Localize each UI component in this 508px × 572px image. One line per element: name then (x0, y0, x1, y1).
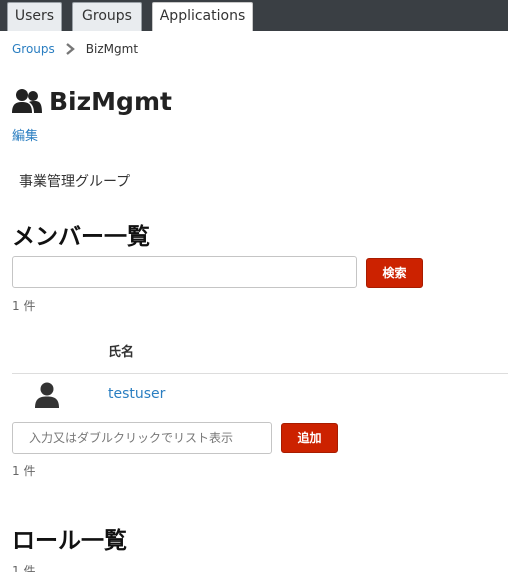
tab-groups[interactable]: Groups (72, 2, 142, 31)
users-group-icon (12, 89, 42, 113)
add-member-input[interactable] (12, 422, 272, 454)
edit-link[interactable]: 編集 (12, 125, 38, 144)
add-button[interactable]: 追加 (281, 423, 338, 453)
breadcrumb-groups-link[interactable]: Groups (12, 41, 55, 57)
breadcrumb-current: BizMgmt (85, 42, 139, 56)
roles-heading: ロール一覧 (12, 528, 127, 554)
member-count: 1 件 (12, 299, 36, 313)
member-search-input[interactable] (12, 256, 357, 288)
add-count: 1 件 (12, 464, 36, 478)
user-icon (35, 382, 59, 408)
column-header-name: 氏名 (108, 345, 135, 360)
member-name-link[interactable]: testuser (108, 386, 165, 402)
tab-applications[interactable]: Applications (152, 2, 253, 31)
top-navigation-bar: Users Groups Applications (0, 0, 508, 31)
group-title: BizMgmt (49, 86, 172, 116)
breadcrumb: Groups BizMgmt (12, 41, 138, 57)
chevron-right-icon (66, 43, 75, 55)
table-divider (12, 373, 508, 374)
tab-users[interactable]: Users (7, 2, 62, 31)
page-title: BizMgmt (12, 84, 172, 118)
role-count: 1 件 (12, 564, 36, 572)
group-description: 事業管理グループ (19, 174, 131, 190)
search-button[interactable]: 検索 (366, 258, 423, 288)
members-heading: メンバー一覧 (12, 224, 150, 250)
